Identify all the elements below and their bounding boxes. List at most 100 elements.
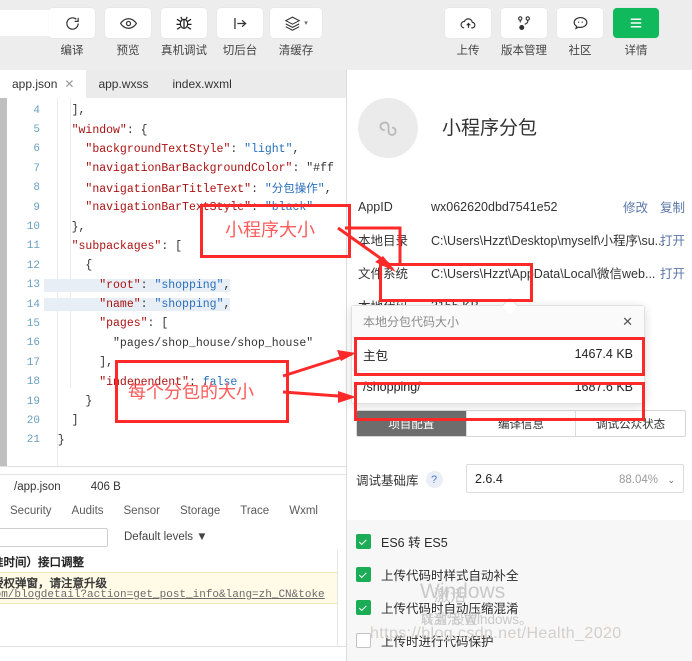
checkbox-icon[interactable] — [356, 600, 371, 615]
community-label: 社区 — [568, 45, 592, 57]
console-filter-input[interactable] — [0, 527, 108, 547]
setting-checkbox-row[interactable]: 上传代码时自动压缩混淆 — [356, 591, 686, 624]
checkbox-icon[interactable] — [356, 633, 371, 648]
bug-icon-button[interactable] — [161, 8, 207, 38]
detail-action-打开[interactable]: 打开 — [660, 263, 685, 282]
community-icon-button[interactable] — [557, 8, 603, 38]
file-tab-label: app.wxss — [98, 77, 149, 91]
file-tab-app-wxss[interactable]: app.wxss — [86, 70, 160, 98]
code-line: 21 } — [0, 431, 346, 450]
debug-library-version: 2.6.4 — [475, 471, 503, 486]
setting-checkbox-row[interactable]: ES6 转 ES5 — [356, 525, 686, 558]
real-device-debug-button[interactable]: 真机调试 — [156, 8, 212, 58]
console-filter-row: Default levels ▼ — [0, 524, 346, 551]
refresh-icon-button[interactable] — [49, 8, 95, 38]
version-management-label: 版本管理 — [501, 45, 547, 57]
line-number: 21 — [26, 434, 40, 447]
checkbox-icon[interactable] — [356, 534, 371, 549]
chevron-down-icon: ▾ — [304, 20, 308, 27]
setting-checkbox-row[interactable]: 上传时进行代码保护 — [356, 624, 686, 657]
checkbox-label: 上传时进行代码保护 — [381, 635, 494, 649]
annotation-label-app-size: 小程序大小 — [225, 220, 315, 241]
code-text: "pages": [ — [99, 317, 169, 331]
detail-rows: AppID wx062620dbd7541e52 修改 复制 本地目录 C:\Users\… — [347, 190, 692, 322]
setting-checkbox-row[interactable]: 上传代码时样式自动补全 — [356, 558, 686, 591]
code-text: "navigationBarTitleText": "分包操作", — [85, 183, 332, 197]
upload-icon-button[interactable] — [445, 8, 491, 38]
devtools-tab-wxml[interactable]: Wxml — [279, 505, 328, 517]
detail-icon-button[interactable] — [613, 8, 659, 38]
editor-bottom-rule — [0, 466, 346, 467]
devtools-tab-storage[interactable]: Storage — [170, 505, 230, 517]
preview-button[interactable]: 预览 — [100, 8, 156, 58]
code-text: }, — [44, 220, 86, 234]
code-line: 5 "window": { — [0, 120, 346, 139]
detail-action-打开[interactable]: 打开 — [660, 230, 685, 249]
clear-cache-button[interactable]: ▾ 清缓存 — [268, 8, 324, 58]
debug-library-select[interactable]: 2.6.4 88.04% ⌄ — [466, 464, 684, 493]
version-management-button[interactable]: 版本管理 — [496, 8, 552, 58]
detail-row-label: AppID — [358, 199, 393, 214]
devtools-tab-sensor[interactable]: Sensor — [114, 505, 170, 517]
popup-header: 本地分包代码大小 ✕ — [352, 306, 644, 338]
detail-row: AppID wx062620dbd7541e52 修改 复制 — [347, 190, 692, 223]
console-bottom-rule — [0, 646, 346, 647]
devtools-tab-audits[interactable]: Audits — [62, 505, 114, 517]
line-number: 15 — [26, 317, 40, 330]
code-text: } — [44, 433, 65, 447]
version-branch-icon — [518, 16, 530, 31]
clear-cache-icon-button[interactable]: ▾ — [270, 8, 322, 38]
eye-icon-button[interactable] — [105, 8, 151, 38]
help-icon[interactable]: ? — [425, 471, 443, 488]
editor-scrollbar[interactable] — [336, 98, 346, 466]
line-number: 7 — [33, 162, 40, 175]
upload-button[interactable]: 上传 — [440, 8, 496, 58]
code-line: 12 { — [0, 256, 346, 275]
code-line: 13 "root": "shopping", — [0, 276, 346, 295]
link-chain-icon — [379, 121, 397, 136]
line-number: 14 — [26, 298, 40, 311]
detail-action-复制[interactable]: 复制 — [660, 197, 685, 216]
windows-watermark-line1-cn: 激活 — [434, 588, 467, 605]
file-tab-index-wxml[interactable]: index.wxml — [160, 70, 243, 98]
console-message-line: 准时间）接口调整 — [0, 557, 84, 569]
line-number: 17 — [26, 356, 40, 369]
debug-library-percent: 88.04% — [618, 473, 658, 486]
detail-action-修改[interactable]: 修改 — [623, 197, 648, 216]
line-number: 20 — [26, 414, 40, 427]
devtools-tab-security[interactable]: Security — [0, 505, 62, 517]
switch-background-button[interactable]: 切后台 — [212, 8, 268, 58]
eye-icon — [119, 17, 137, 29]
file-tab-app-json[interactable]: app.json ✕ — [0, 70, 87, 98]
console-levels-dropdown[interactable]: Default levels ▼ — [124, 531, 208, 543]
code-line: 7 "navigationBarBackgroundColor": "#ff — [0, 159, 346, 178]
checkbox-icon[interactable] — [356, 567, 371, 582]
devtools-tab-trace[interactable]: Trace — [230, 505, 279, 517]
detail-button[interactable]: 详情 — [608, 8, 664, 58]
console-warning-link[interactable]: com/blogdetail?action=get_post_info&lang… — [0, 589, 325, 601]
console-warning-row: 授权弹窗，请注意升级 com/blogdetail?action=get_pos… — [0, 572, 337, 604]
toolbar-left-group: ▾ 编译 预览 — [0, 8, 324, 58]
line-number: 12 — [26, 259, 40, 272]
console-output: 准时间）接口调整 授权弹窗，请注意升级 com/blogdetail?actio… — [0, 550, 347, 661]
layers-icon — [284, 16, 301, 31]
detail-row-value: wx062620dbd7541e52 — [431, 199, 558, 214]
annotation-label-subpackage-size: 每个分包的大小 — [128, 382, 254, 403]
annotation-box-main-package — [354, 337, 645, 376]
checkbox-label: ES6 转 ES5 — [381, 536, 448, 550]
status-file-path: /app.json — [14, 481, 61, 493]
close-icon[interactable]: ✕ — [64, 77, 74, 91]
community-button[interactable]: 社区 — [552, 8, 608, 58]
debug-library-row: 调试基础库 ? 2.6.4 88.04% ⌄ — [356, 464, 684, 493]
line-number: 19 — [26, 395, 40, 408]
switch-background-icon — [233, 17, 247, 29]
code-text: ], — [44, 356, 114, 370]
version-icon-button[interactable] — [501, 8, 547, 38]
switch-background-icon-button[interactable] — [217, 8, 263, 38]
compile-button[interactable]: 编译 — [44, 8, 100, 58]
refresh-icon — [65, 16, 79, 30]
file-tab-bar: app.json ✕ app.wxss index.wxml — [0, 70, 346, 99]
line-number: 18 — [26, 376, 40, 389]
close-icon[interactable]: ✕ — [622, 314, 633, 330]
mode-select[interactable]: ▾ — [0, 8, 62, 36]
